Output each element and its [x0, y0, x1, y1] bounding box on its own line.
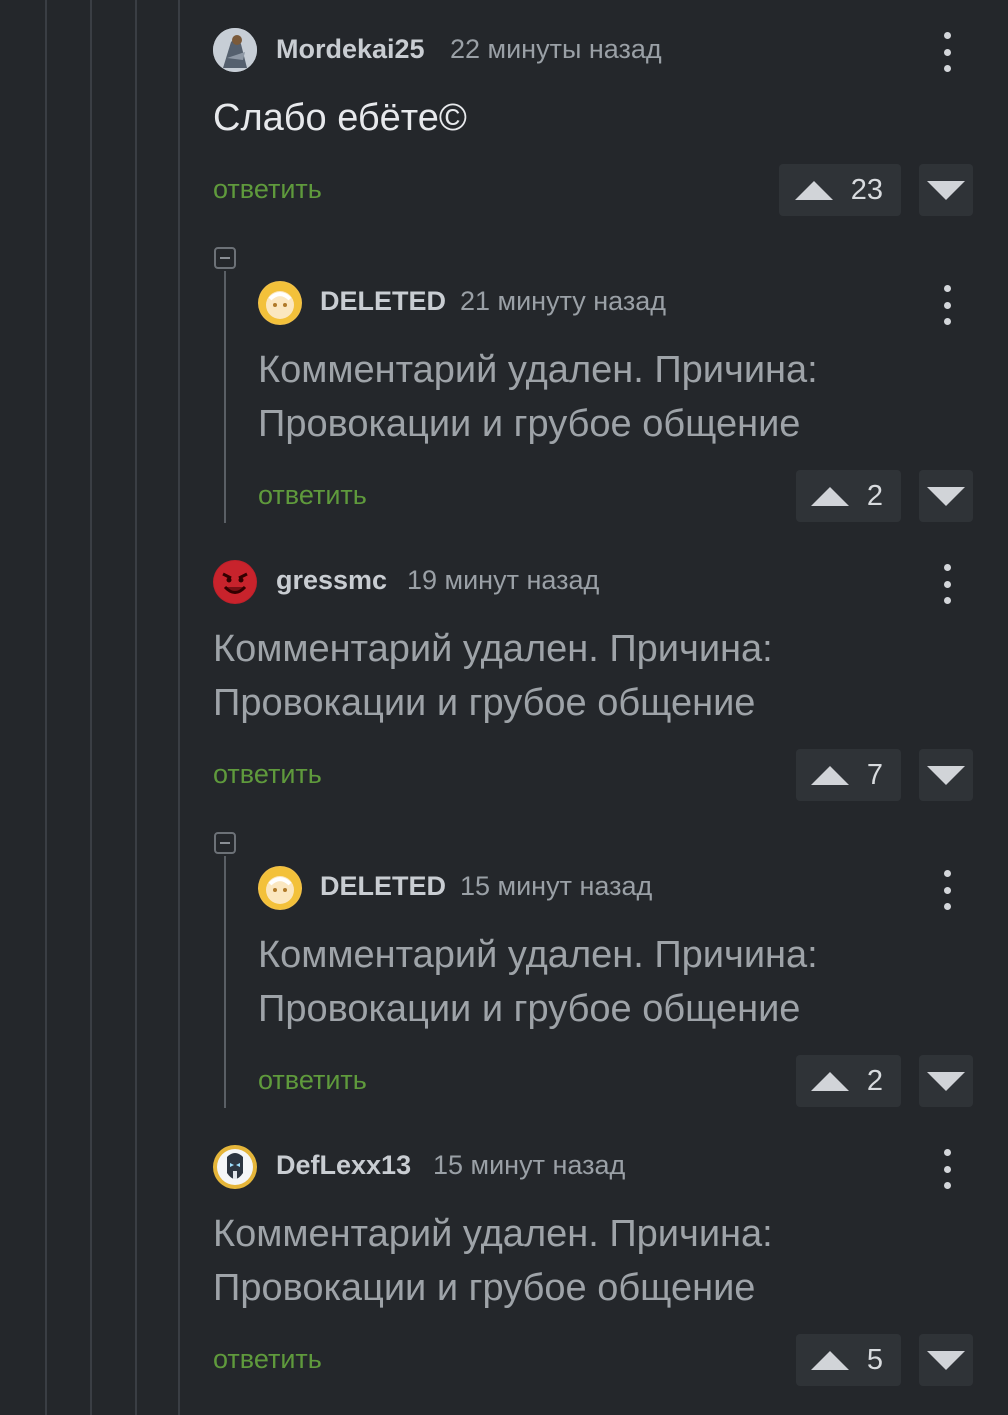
downvote-button[interactable] — [919, 1334, 973, 1386]
downvote-button[interactable] — [919, 164, 973, 216]
comment-text: Провокации и грубое общение — [258, 403, 801, 445]
upvote-button[interactable]: 7 — [796, 749, 901, 801]
reply-thread-line — [224, 271, 226, 523]
user-avatar[interactable] — [213, 28, 257, 72]
comment-text: Провокации и грубое общение — [213, 1267, 756, 1309]
comment-author[interactable]: Mordekai25 — [276, 34, 425, 65]
downvote-button[interactable] — [919, 1055, 973, 1107]
upvote-button[interactable]: 2 — [796, 1055, 901, 1107]
deleted-avatar-icon — [259, 867, 301, 909]
arrow-up-icon — [810, 1071, 849, 1091]
vote-count: 5 — [866, 1343, 883, 1376]
upvote-button[interactable]: 5 — [796, 1334, 901, 1386]
arrow-up-icon — [810, 765, 849, 785]
comment-text: Провокации и грубое общение — [258, 988, 801, 1030]
more-menu-icon[interactable] — [937, 1149, 957, 1189]
arrow-down-icon — [927, 486, 965, 506]
comment-text: Комментарий удален. Причина: — [258, 349, 818, 391]
vote-count: 2 — [866, 479, 883, 512]
more-menu-icon[interactable] — [937, 564, 957, 604]
downvote-button[interactable] — [919, 470, 973, 522]
reply-button[interactable]: ответить — [258, 480, 367, 511]
arrow-up-icon — [810, 486, 849, 506]
arrow-up-icon — [794, 180, 833, 200]
mordekai-avatar-icon — [213, 28, 257, 72]
more-menu-icon[interactable] — [937, 32, 957, 72]
user-avatar[interactable] — [213, 1145, 257, 1189]
comment-author[interactable]: DELETED — [320, 871, 446, 902]
comment: Mordekai25 22 минуты назад Слабо ебёте© … — [0, 0, 1008, 230]
comment-author[interactable]: gressmc — [276, 565, 387, 596]
comment-time: 21 минуту назад — [460, 286, 667, 316]
vote-count: 7 — [866, 758, 883, 791]
comment-text: Слабо ебёте© — [213, 97, 467, 139]
arrow-down-icon — [927, 180, 965, 200]
deleted-avatar-icon — [259, 282, 301, 324]
vote-count: 2 — [866, 1064, 883, 1097]
comment-author[interactable]: DELETED — [320, 286, 446, 317]
user-avatar[interactable] — [258, 866, 302, 910]
arrow-down-icon — [927, 765, 965, 785]
collapse-toggle[interactable] — [214, 247, 236, 269]
comment-time: 19 минут назад — [407, 565, 600, 595]
upvote-button[interactable]: 23 — [779, 164, 901, 216]
comment-text: Провокации и грубое общение — [213, 682, 756, 724]
upvote-button[interactable]: 2 — [796, 470, 901, 522]
user-avatar[interactable] — [213, 560, 257, 604]
reply-button[interactable]: ответить — [258, 1065, 367, 1096]
comment-text: Комментарий удален. Причина: — [213, 628, 773, 670]
arrow-down-icon — [927, 1071, 965, 1091]
gressmc-avatar-icon — [214, 561, 256, 603]
more-menu-icon[interactable] — [937, 285, 957, 325]
downvote-button[interactable] — [919, 749, 973, 801]
reply-thread-line — [224, 856, 226, 1108]
vote-count: 23 — [850, 173, 883, 206]
comment-author[interactable]: DefLexx13 — [276, 1150, 411, 1181]
comment-time: 15 минут назад — [433, 1150, 626, 1180]
comment-text: Комментарий удален. Причина: — [258, 934, 818, 976]
comment-time: 15 минут назад — [460, 871, 653, 901]
reply-button[interactable]: ответить — [213, 174, 322, 205]
collapse-toggle[interactable] — [214, 832, 236, 854]
comment-time: 22 минуты назад — [450, 34, 662, 64]
user-avatar[interactable] — [258, 281, 302, 325]
reply-button[interactable]: ответить — [213, 1344, 322, 1375]
arrow-up-icon — [810, 1350, 849, 1370]
arrow-down-icon — [927, 1350, 965, 1370]
more-menu-icon[interactable] — [937, 870, 957, 910]
comment-text: Комментарий удален. Причина: — [213, 1213, 773, 1255]
deflexx-avatar-icon — [214, 1146, 256, 1188]
reply-button[interactable]: ответить — [213, 759, 322, 790]
